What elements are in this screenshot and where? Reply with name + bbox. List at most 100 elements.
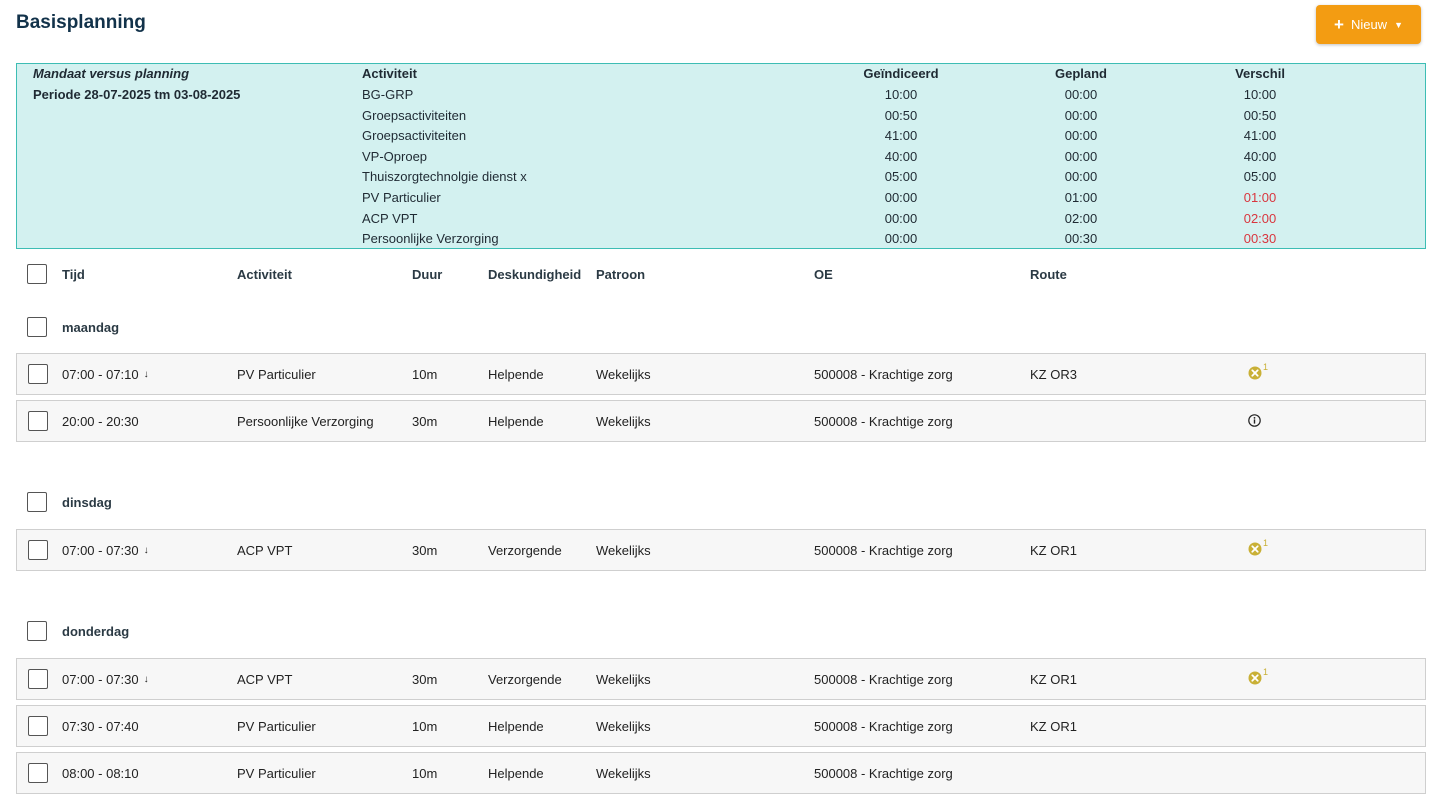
info-icon[interactable]	[1248, 414, 1261, 430]
arrow-down-icon[interactable]: ↓	[144, 674, 149, 685]
row-activity: PV Particulier	[237, 766, 316, 781]
row-pattern: Wekelijks	[596, 672, 651, 687]
day-select-checkbox[interactable]	[27, 492, 47, 512]
table-row[interactable]: 07:30 - 07:40 PV Particulier 10m Helpende We…	[16, 705, 1426, 747]
column-header-route[interactable]: Route	[1030, 267, 1067, 282]
row-expertise-text: Helpende	[488, 719, 544, 734]
row-duration-text: 10m	[412, 719, 438, 734]
warning-count: 1	[1263, 538, 1269, 548]
row-oe: 500008 - Krachtige zorg	[814, 367, 953, 382]
summary-row-indicated: 00:50	[884, 107, 918, 123]
row-route-text: KZ OR1	[1030, 719, 1077, 734]
row-select-checkbox[interactable]	[28, 669, 48, 689]
row-oe: 500008 - Krachtige zorg	[814, 766, 953, 781]
caret-down-icon: ▼	[1394, 19, 1403, 30]
summary-row-indicated: 00:00	[884, 231, 918, 247]
summary-row-difference: 00:30	[1243, 231, 1277, 247]
row-pattern: Wekelijks	[596, 414, 651, 429]
row-oe: 500008 - Krachtige zorg	[814, 414, 953, 429]
row-time: 07:30 - 07:40	[62, 719, 139, 734]
summary-row-planned: 01:00	[1064, 190, 1098, 205]
warning-count: 1	[1263, 362, 1269, 372]
row-route-text: KZ OR3	[1030, 367, 1077, 382]
row-pattern-text: Wekelijks	[596, 543, 651, 558]
row-select-checkbox[interactable]	[28, 411, 48, 431]
warning-status-icon[interactable]: 1	[1248, 538, 1268, 559]
summary-row-indicated: 40:00	[884, 148, 918, 164]
summary-row-difference: 40:00	[1243, 148, 1277, 164]
row-activity: ACP VPT	[237, 672, 292, 687]
summary-header-indicated: Geïndiceerd	[863, 66, 939, 81]
summary-row-planned: 00:00	[1064, 128, 1098, 144]
summary-row-activity: Groepsactiviteiten	[362, 107, 467, 123]
table-row[interactable]: 07:00 - 07:10 ↓ PV Particulier 10m Helpende W…	[16, 353, 1426, 395]
row-expertise: Helpende	[488, 414, 544, 429]
column-header-activity[interactable]: Activiteit	[237, 267, 292, 282]
day-select-checkbox[interactable]	[27, 317, 47, 337]
arrow-down-icon[interactable]: ↓	[144, 545, 149, 556]
new-button[interactable]: + Nieuw ▼	[1316, 5, 1421, 44]
row-expertise: Verzorgende	[488, 672, 562, 687]
arrow-down-icon[interactable]: ↓	[144, 369, 149, 380]
row-activity: PV Particulier	[237, 719, 316, 734]
row-pattern: Wekelijks	[596, 766, 651, 781]
row-oe: 500008 - Krachtige zorg	[814, 719, 953, 734]
row-select-checkbox[interactable]	[28, 716, 48, 736]
table-row[interactable]: 08:00 - 08:10 PV Particulier 10m Helpende We…	[16, 752, 1426, 794]
row-route: KZ OR1	[1030, 719, 1077, 734]
summary-row-indicated: 00:00	[884, 190, 918, 205]
summary-row-activity: BG-GRP	[362, 87, 414, 102]
warning-status-icon[interactable]: 1	[1248, 667, 1268, 688]
row-expertise-text: Verzorgende	[488, 672, 562, 687]
row-duration: 30m	[412, 543, 437, 558]
column-header-expertise[interactable]: Deskundigheid	[488, 267, 581, 282]
day-label: maandag	[62, 320, 120, 335]
row-time: 07:00 - 07:30 ↓	[62, 543, 149, 558]
row-oe: 500008 - Krachtige zorg	[814, 543, 953, 558]
row-pattern-text: Wekelijks	[596, 414, 651, 429]
row-duration: 10m	[412, 766, 437, 781]
row-route: KZ OR1	[1030, 672, 1077, 687]
summary-row-difference: 01:00	[1243, 190, 1277, 205]
summary-row-activity: ACP VPT	[362, 210, 418, 226]
table-row[interactable]: 07:00 - 07:30 ↓ ACP VPT 30m Verzorgende Wekel…	[16, 529, 1426, 571]
row-activity-text: ACP VPT	[237, 543, 293, 558]
row-pattern-text: Wekelijks	[596, 672, 651, 687]
close-circle-icon	[1248, 671, 1262, 685]
warning-status-icon[interactable]: 1	[1248, 362, 1268, 383]
row-time: 07:00 - 07:30 ↓	[62, 672, 149, 687]
row-time-text: 20:00 - 20:30	[62, 414, 139, 429]
column-header-oe[interactable]: OE	[814, 267, 833, 282]
row-route: KZ OR1	[1030, 543, 1077, 558]
summary-row-activity: Persoonlijke Verzorging	[362, 231, 499, 247]
row-select-checkbox[interactable]	[28, 540, 48, 560]
day-label: donderdag	[62, 624, 130, 639]
row-duration-text: 10m	[412, 367, 438, 382]
row-pattern-text: Wekelijks	[596, 367, 651, 382]
table-row[interactable]: 07:00 - 07:30 ↓ ACP VPT 30m Verzorgende Wekel…	[16, 658, 1426, 700]
column-header-pattern[interactable]: Patroon	[596, 267, 645, 282]
column-header-time[interactable]: Tijd	[62, 267, 85, 282]
summary-row-planned: 00:00	[1064, 148, 1098, 164]
row-select-checkbox[interactable]	[28, 763, 48, 783]
column-header-duration[interactable]: Duur	[412, 267, 442, 282]
row-duration: 30m	[412, 672, 437, 687]
row-expertise: Helpende	[488, 367, 544, 382]
row-activity: Persoonlijke Verzorging	[237, 414, 374, 429]
close-circle-icon	[1248, 366, 1262, 380]
row-select-checkbox[interactable]	[28, 364, 48, 384]
select-all-checkbox[interactable]	[27, 264, 47, 284]
row-oe-text: 500008 - Krachtige zorg	[814, 543, 953, 558]
row-time-text: 07:00 - 07:10	[62, 367, 139, 382]
summary-row-difference: 00:50	[1243, 107, 1277, 123]
row-expertise: Helpende	[488, 719, 544, 734]
summary-title: Mandaat versus planning	[33, 66, 190, 81]
row-route-text: KZ OR1	[1030, 543, 1077, 558]
summary-period: Periode 28-07-2025 tm 03-08-2025	[33, 87, 241, 102]
row-activity: ACP VPT	[237, 543, 292, 558]
table-row[interactable]: 20:00 - 20:30 Persoonlijke Verzorging 30m H…	[16, 400, 1426, 442]
mandate-summary-panel: Mandaat versus planning Periode 28-07-20…	[16, 63, 1426, 249]
row-expertise-text: Helpende	[488, 414, 544, 429]
day-select-checkbox[interactable]	[27, 621, 47, 641]
row-pattern-text: Wekelijks	[596, 719, 651, 734]
